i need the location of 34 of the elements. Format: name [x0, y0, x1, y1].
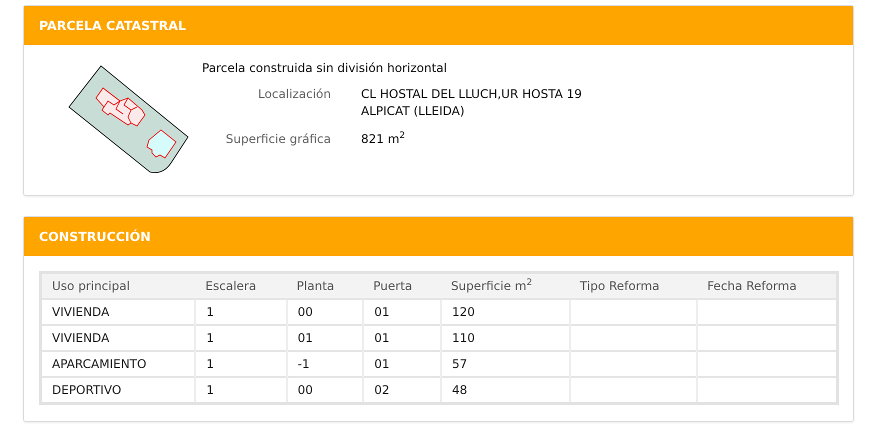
table-cell: 1 [206, 305, 214, 319]
field-value: CL HOSTAL DEL LLUCH,UR HOSTA 19 ALPICAT (LLEIDA) [361, 86, 582, 120]
table-cell: 00 [298, 305, 313, 319]
table-cell: 01 [374, 331, 390, 345]
table-cell: 01 [374, 357, 390, 371]
column-header: Planta [296, 279, 334, 293]
field-label: Superficie gráfica [224, 132, 331, 148]
table-cell: 120 [452, 305, 475, 319]
field-value: 821 m$^{2}$ [361, 131, 406, 148]
table-cell: DEPORTIVO [52, 383, 122, 397]
table-cell: -1 [298, 357, 310, 371]
table-cell: 48 [452, 383, 468, 397]
table-cell: APARCAMIENTO [52, 357, 146, 371]
table-cell: 1 [206, 331, 214, 345]
section-title: CONSTRUCCIÓN [39, 229, 151, 244]
table-cell: 01 [298, 331, 313, 345]
column-header: Tipo Reforma [580, 279, 660, 293]
column-header: Puerta [373, 279, 412, 293]
field-label: Localización [257, 87, 331, 103]
table-cell: 110 [452, 331, 475, 345]
table-cell: 00 [298, 383, 313, 397]
column-header: Uso principal [52, 279, 130, 293]
section-title: PARCELA CATASTRAL [39, 18, 186, 33]
column-header: Fecha Reforma [707, 279, 797, 293]
column-header: Superficie m$^{2}$ [450, 279, 532, 293]
table-cell: 01 [374, 305, 390, 319]
table-cell: 1 [206, 383, 214, 397]
table-cell: 57 [452, 357, 468, 371]
table-cell: 02 [374, 383, 390, 397]
column-header: Escalera [205, 279, 256, 293]
parcel-description: Parcela construida sin división horizontal [202, 61, 448, 75]
table-cell: VIVIENDA [52, 305, 110, 319]
table-cell: VIVIENDA [52, 331, 110, 345]
table-cell: 1 [206, 357, 214, 371]
